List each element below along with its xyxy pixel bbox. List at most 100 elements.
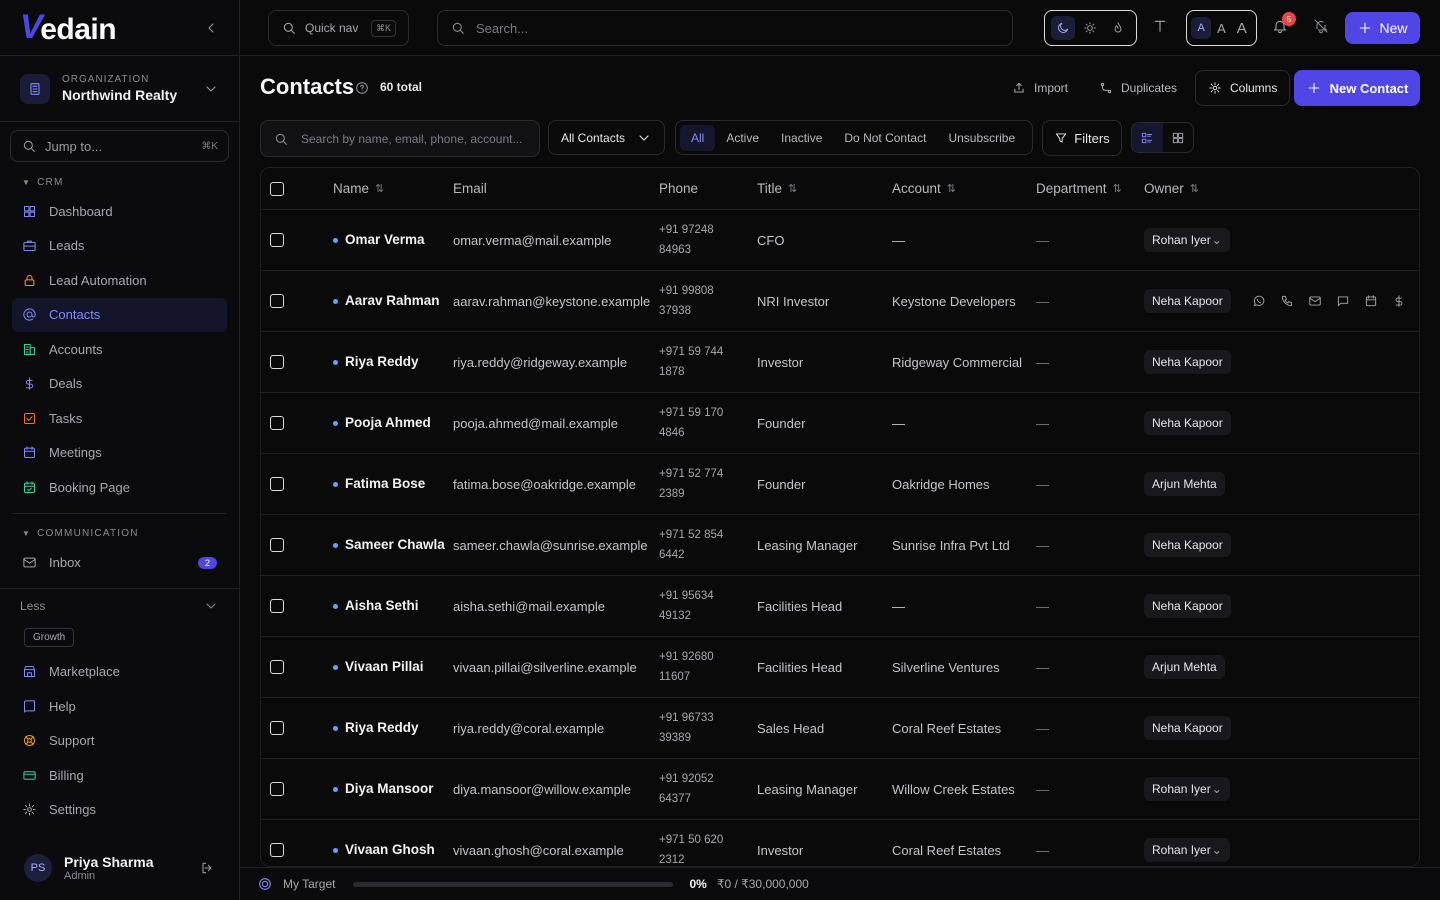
table-row[interactable]: Vivaan Pillai vivaan.pillai@silverline.ex… [261, 637, 1419, 698]
dollar-icon[interactable] [1392, 294, 1406, 308]
table-row[interactable]: Aarav Rahman aarav.rahman@keystone.exampl… [261, 271, 1419, 332]
contact-phone[interactable]: +91 97248 84963 [659, 220, 739, 260]
global-search[interactable] [437, 10, 1013, 46]
contact-name[interactable]: Fatima Bose [333, 474, 425, 494]
owner-select[interactable]: Neha Kapoor [1144, 411, 1231, 435]
owner-select[interactable]: Neha Kapoor [1144, 289, 1231, 313]
table-row[interactable]: Riya Reddy riya.reddy@coral.example +91 96… [261, 698, 1419, 759]
sidebar-item-help[interactable]: Help [12, 689, 227, 724]
filters-button[interactable]: Filters [1042, 120, 1122, 156]
contact-phone[interactable]: +91 95634 49132 [659, 586, 739, 626]
contact-name[interactable]: Vivaan Ghosh [333, 840, 435, 860]
table-row[interactable]: Omar Verma omar.verma@mail.example +91 972… [261, 210, 1419, 271]
typography-icon[interactable] [1152, 18, 1168, 34]
contact-account[interactable]: Keystone Developers [892, 294, 1016, 309]
contact-email[interactable]: aarav.rahman@keystone.example [453, 294, 650, 309]
mail-icon[interactable] [1308, 294, 1322, 308]
user-profile[interactable]: PS Priya Sharma Admin [0, 836, 239, 900]
column-header-owner[interactable]: Owner ⇅ [1144, 181, 1244, 196]
contact-phone[interactable]: +91 92052 64377 [659, 769, 739, 809]
contact-name[interactable]: Riya Reddy [333, 352, 419, 372]
columns-button[interactable]: Columns [1195, 70, 1291, 106]
sidebar-item-tasks[interactable]: Tasks [12, 401, 227, 436]
logo[interactable]: Vedain [20, 8, 117, 47]
contact-email[interactable]: diya.mansoor@willow.example [453, 782, 631, 797]
flame-icon[interactable] [1106, 16, 1130, 40]
contact-name[interactable]: Aarav Rahman [333, 291, 440, 311]
owner-select[interactable]: Arjun Mehta [1144, 472, 1225, 496]
sidebar-item-billing[interactable]: Billing [12, 758, 227, 793]
contact-phone[interactable]: +91 92680 11607 [659, 647, 739, 687]
list-view-icon[interactable] [1132, 123, 1163, 152]
sidebar-item-booking-page[interactable]: Booking Page [12, 470, 227, 505]
column-header-name[interactable]: Name ⇅ [333, 181, 453, 196]
whatsapp-icon[interactable] [1252, 294, 1266, 308]
contact-email[interactable]: omar.verma@mail.example [453, 233, 611, 248]
row-checkbox[interactable] [270, 355, 284, 369]
org-switcher[interactable]: ORGANIZATION Northwind Realty [0, 56, 239, 122]
column-header-title[interactable]: Title ⇅ [757, 181, 892, 196]
tab-inactive[interactable]: Inactive [770, 125, 833, 151]
tab-all[interactable]: All [680, 124, 716, 151]
import-button[interactable]: Import [1000, 70, 1080, 106]
view-select[interactable]: All Contacts [548, 120, 665, 155]
column-header-account[interactable]: Account ⇅ [892, 181, 1036, 196]
tab-unsubscribe[interactable]: Unsubscribe [937, 125, 1026, 151]
bell-off-icon[interactable] [1313, 18, 1329, 34]
communication-section-title[interactable]: ▼ COMMUNICATION [0, 522, 239, 546]
font-size-option[interactable]: A [1211, 17, 1231, 39]
sidebar-item-accounts[interactable]: Accounts [12, 332, 227, 367]
contact-name[interactable]: Vivaan Pillai [333, 657, 424, 677]
moon-icon[interactable] [1050, 16, 1075, 40]
contact-phone[interactable]: +91 99808 37938 [659, 281, 739, 321]
contact-name[interactable]: Riya Reddy [333, 718, 419, 738]
quick-nav-button[interactable]: Quick nav ⌘K [268, 10, 409, 46]
column-header-department[interactable]: Department ⇅ [1036, 181, 1144, 196]
row-checkbox[interactable] [270, 660, 284, 674]
contact-email[interactable]: sameer.chawla@sunrise.example [453, 538, 648, 553]
table-row[interactable]: Pooja Ahmed pooja.ahmed@mail.example +971 … [261, 393, 1419, 454]
sun-icon[interactable] [1078, 16, 1102, 40]
table-row[interactable]: Vivaan Ghosh vivaan.ghosh@coral.example +9… [261, 820, 1419, 866]
row-checkbox[interactable] [270, 477, 284, 491]
contact-email[interactable]: pooja.ahmed@mail.example [453, 416, 618, 431]
less-toggle[interactable]: Less [0, 587, 239, 624]
contact-phone[interactable]: +971 59 744 1878 [659, 342, 739, 382]
owner-select[interactable]: Neha Kapoor [1144, 533, 1231, 557]
calendar-icon[interactable] [1364, 294, 1378, 308]
help-circle-icon[interactable] [354, 80, 370, 96]
row-checkbox[interactable] [270, 599, 284, 613]
contact-account[interactable]: Oakridge Homes [892, 477, 990, 492]
contact-email[interactable]: aisha.sethi@mail.example [453, 599, 605, 614]
table-row[interactable]: Riya Reddy riya.reddy@ridgeway.example +97… [261, 332, 1419, 393]
contact-email[interactable]: vivaan.ghosh@coral.example [453, 843, 624, 858]
table-row[interactable]: Fatima Bose fatima.bose@oakridge.example +… [261, 454, 1419, 515]
owner-select[interactable]: Rohan Iyer⌄ [1144, 228, 1230, 252]
contact-email[interactable]: riya.reddy@ridgeway.example [453, 355, 627, 370]
row-checkbox[interactable] [270, 294, 284, 308]
sidebar-item-inbox[interactable]: Inbox 2 [12, 546, 227, 581]
contact-phone[interactable]: +971 59 170 4846 [659, 403, 739, 443]
sidebar-item-dashboard[interactable]: Dashboard [12, 194, 227, 229]
sidebar-item-support[interactable]: Support [12, 724, 227, 759]
phone-icon[interactable] [1280, 294, 1294, 308]
tab-do-not-contact[interactable]: Do Not Contact [833, 125, 937, 151]
contact-name[interactable]: Omar Verma [333, 230, 425, 250]
owner-select[interactable]: Neha Kapoor [1144, 716, 1231, 740]
sidebar-item-deals[interactable]: Deals [12, 367, 227, 402]
contact-account[interactable]: Coral Reef Estates [892, 843, 1001, 858]
contact-account[interactable]: Silverline Ventures [892, 660, 1000, 675]
contact-search-input[interactable] [301, 131, 527, 146]
select-all-checkbox[interactable] [270, 181, 284, 196]
contact-email[interactable]: fatima.bose@oakridge.example [453, 477, 636, 492]
contact-email[interactable]: riya.reddy@coral.example [453, 721, 604, 736]
table-row[interactable]: Sameer Chawla sameer.chawla@sunrise.examp… [261, 515, 1419, 576]
row-checkbox[interactable] [270, 416, 284, 430]
owner-select[interactable]: Arjun Mehta [1144, 655, 1225, 679]
global-search-input[interactable] [476, 20, 1000, 36]
collapse-sidebar-icon[interactable] [203, 20, 219, 36]
row-checkbox[interactable] [270, 843, 284, 857]
contact-search[interactable] [260, 120, 540, 157]
sidebar-item-settings[interactable]: Settings [12, 793, 227, 828]
font-size-option[interactable]: A [1191, 17, 1212, 39]
